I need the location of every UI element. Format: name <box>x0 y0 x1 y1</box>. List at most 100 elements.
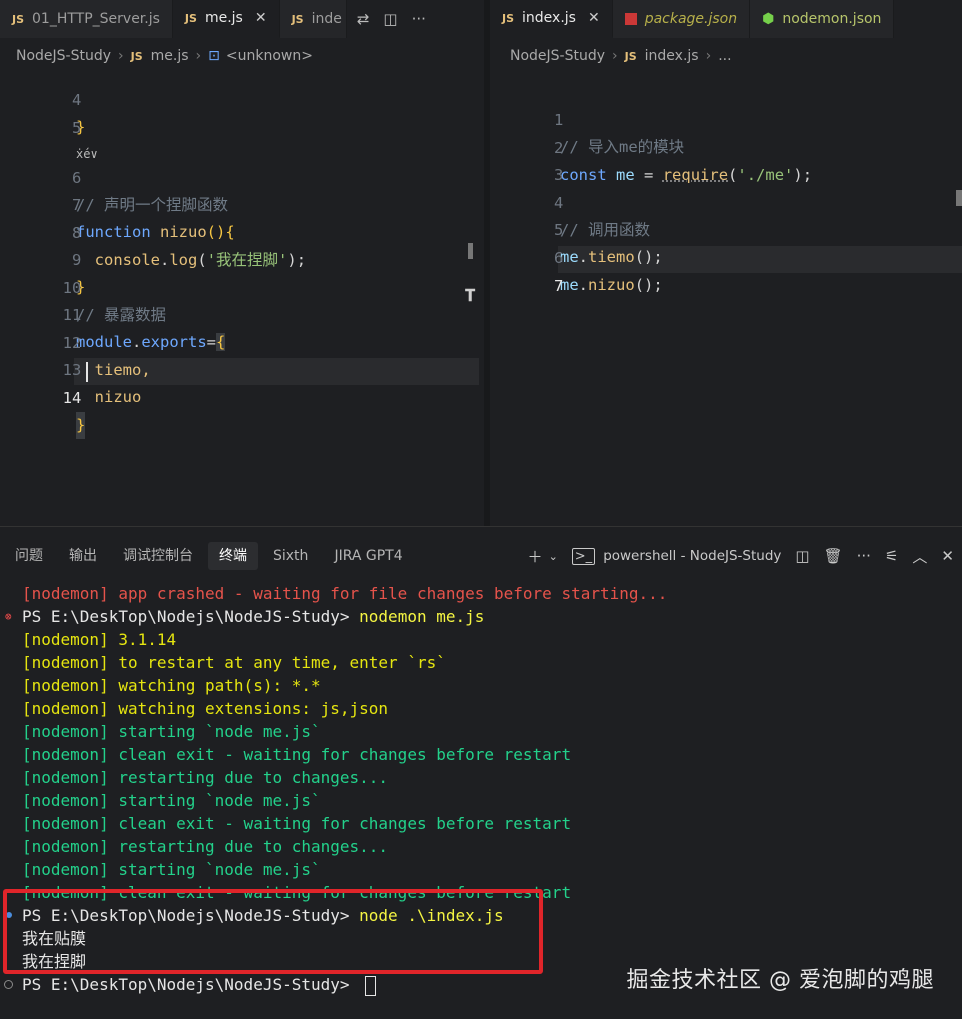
code-line: 6 // 声明一个捏脚函数 <box>0 138 228 214</box>
line-number: 12 <box>62 334 82 352</box>
terminal-icon: >_ <box>571 547 596 565</box>
terminal-line: [nodemon] clean exit - waiting for chang… <box>22 745 572 764</box>
tab-output[interactable]: 输出 <box>58 542 108 570</box>
js-file-icon: JS <box>12 12 25 26</box>
breadcrumb-folder[interactable]: NodeJS-Study <box>510 48 605 64</box>
tab-label: nodemon.json <box>782 11 882 27</box>
tab-01-http-server[interactable]: JS 01_HTTP_Server.js <box>0 0 173 38</box>
tab-label: me.js <box>204 10 243 26</box>
terminal-line: [nodemon] watching path(s): *.* <box>22 676 321 695</box>
ibeam-cursor-icon: 𝐓 <box>465 286 476 305</box>
tab-label: index.js <box>522 10 576 26</box>
js-file-icon: JS <box>624 49 637 63</box>
text-cursor <box>86 362 88 382</box>
close-icon[interactable]: ✕ <box>941 547 954 565</box>
code-line: 14 } <box>0 358 88 439</box>
scrollbar-thumb[interactable] <box>468 243 473 259</box>
command-idle-icon <box>4 980 13 989</box>
prompt: PS E:\DeskTop\Nodejs\NodeJS-Study> <box>22 975 360 994</box>
tab-nodemon-json[interactable]: ⬢ nodemon.json <box>750 0 895 38</box>
prompt: PS E:\DeskTop\Nodejs\NodeJS-Study> <box>22 607 360 626</box>
code-text: nizuo <box>76 388 142 406</box>
line-number: 6 <box>71 169 82 187</box>
tab-package-json[interactable]: package.json <box>612 0 751 38</box>
tab-debug-console[interactable]: 调试控制台 <box>112 542 204 570</box>
left-editor[interactable]: 4 } 5 ẋé∨ 6 // 声明一个捏脚函数 7 function nizuo… <box>0 74 484 524</box>
breadcrumb-file[interactable]: me.js <box>151 48 189 64</box>
codelens-line: ẋé∨ <box>0 114 98 161</box>
trash-icon[interactable]: 🗑 <box>824 547 843 565</box>
code-text: module.exports={ <box>76 333 226 351</box>
js-file-icon: JS <box>184 11 197 25</box>
line-number: 5 <box>553 221 564 239</box>
panel-settings-icon[interactable]: ⚟ <box>885 547 898 565</box>
breadcrumb-more[interactable]: ... <box>718 48 731 64</box>
code-line: 8 console.log('我在捏脚'); <box>0 193 306 269</box>
terminal-line: PS E:\DeskTop\Nodejs\NodeJS-Study> nodem… <box>22 605 484 628</box>
code-text: // 调用函数 <box>560 221 650 239</box>
terminal-name[interactable]: powershell - NodeJS-Study <box>603 548 781 564</box>
annotation-highlight-box <box>3 889 543 974</box>
tab-terminal[interactable]: 终端 <box>208 542 258 570</box>
js-file-icon: JS <box>130 49 143 63</box>
code-text: const me = require('./me'); <box>560 166 813 184</box>
split-terminal-icon[interactable]: ◫ <box>795 547 809 565</box>
breadcrumb-file[interactable]: index.js <box>645 48 699 64</box>
chevron-right-icon: › <box>612 48 618 64</box>
symbol-icon: ⊡ <box>208 48 220 64</box>
close-icon[interactable]: ✕ <box>255 10 267 26</box>
tab-index-js-left[interactable]: JS inde <box>279 0 347 38</box>
chevron-up-icon[interactable]: ︿ <box>912 546 927 567</box>
tab-index-js[interactable]: JS index.js ✕ <box>490 0 613 38</box>
more-actions-icon[interactable]: ··· <box>857 547 871 565</box>
tab-label: inde <box>311 11 342 27</box>
new-terminal-icon[interactable]: ＋ <box>528 546 543 567</box>
chevron-right-icon: › <box>705 48 712 64</box>
tab-problems[interactable]: 问题 <box>4 542 54 570</box>
codelens-text[interactable]: ẋé∨ <box>76 141 98 168</box>
tab-jira-gpt4[interactable]: JIRA GPT4 <box>323 542 413 570</box>
code-line: 2 const me = require('./me'); <box>490 108 812 184</box>
code-text: me.nizuo(); <box>560 276 663 294</box>
code-line: 6 me.nizuo(); <box>490 218 663 294</box>
line-number: 11 <box>62 306 82 324</box>
chevron-down-icon[interactable]: ⌄ <box>549 550 558 563</box>
line-number: 4 <box>553 194 564 212</box>
close-icon[interactable]: ✕ <box>588 10 600 26</box>
right-tab-bar: JS index.js ✕ package.json ⬢ nodemon.jso… <box>490 0 962 38</box>
line-number: 13 <box>62 361 82 379</box>
js-file-icon: JS <box>502 11 515 25</box>
code-text: // 声明一个捏脚函数 <box>76 196 228 214</box>
command: nodemon me.js <box>359 607 485 626</box>
code-line: 9 } <box>0 220 85 296</box>
code-line: 1 // 导入me的模块 <box>490 80 684 156</box>
code-text: me.tiemo(); <box>560 248 663 266</box>
tab-label: package.json <box>644 11 738 27</box>
code-line: 4 } <box>0 60 85 136</box>
line-number: 9 <box>71 251 82 269</box>
compare-changes-icon[interactable]: ⇄ <box>357 10 370 28</box>
code-line: 12 tiemo, <box>0 303 151 379</box>
terminal-line: [nodemon] clean exit - waiting for chang… <box>22 814 572 833</box>
terminal-line: [nodemon] watching extensions: js,json <box>22 699 389 718</box>
tab-sixth[interactable]: Sixth <box>262 542 319 570</box>
line-number: 8 <box>71 224 82 242</box>
terminal-line: [nodemon] to restart at any time, enter … <box>22 653 446 672</box>
scrollbar-thumb[interactable] <box>956 190 962 206</box>
nodemon-icon: ⬢ <box>762 11 775 27</box>
breadcrumb-symbol[interactable]: <unknown> <box>226 48 313 64</box>
right-editor[interactable]: 1 // 导入me的模块 2 const me = require('./me'… <box>490 74 962 524</box>
code-text: console.log('我在捏脚'); <box>94 251 307 269</box>
breadcrumb-right: NodeJS-Study › JS index.js › ... <box>510 42 732 70</box>
npm-icon <box>624 13 637 25</box>
line-number: 4 <box>71 91 82 109</box>
editor-actions: ⇄ ◫ ··· <box>347 0 436 38</box>
line-number: 14 <box>62 389 82 407</box>
split-editor-icon[interactable]: ◫ <box>383 10 397 28</box>
line-number: 2 <box>553 139 564 157</box>
more-actions-icon[interactable]: ··· <box>412 10 426 28</box>
tab-me-js[interactable]: JS me.js ✕ <box>172 0 280 38</box>
code-line: 13 nizuo <box>0 330 142 406</box>
code-line: 5 <box>0 88 81 137</box>
line-number: 3 <box>553 166 564 184</box>
